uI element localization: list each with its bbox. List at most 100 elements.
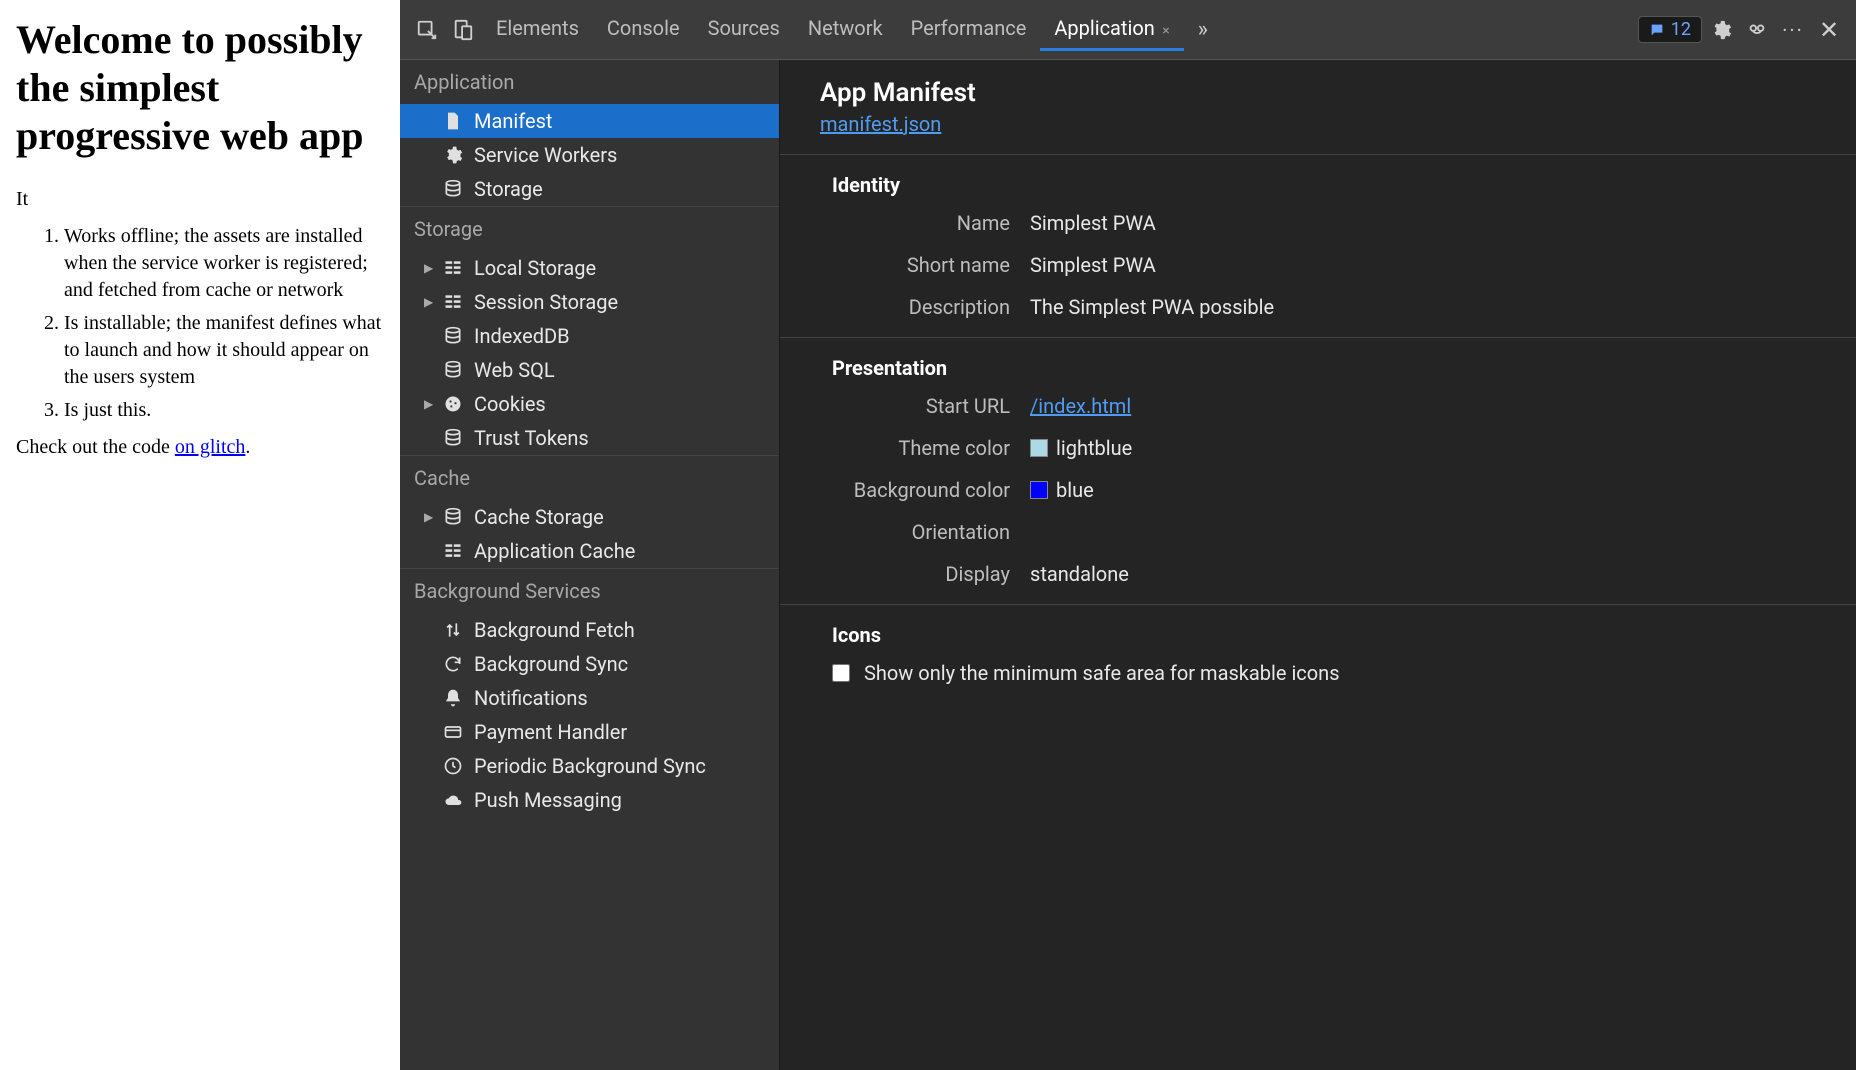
db-icon — [442, 506, 464, 528]
sidebar-item-label: Payment Handler — [474, 720, 627, 744]
gear-icon — [442, 144, 464, 166]
cookie-icon — [442, 393, 464, 415]
kebab-icon[interactable]: ··· — [1776, 18, 1810, 42]
bell-icon — [442, 687, 464, 709]
sidebar-item-periodic-background-sync[interactable]: ▶Periodic Background Sync — [400, 749, 779, 783]
identity-row: DescriptionThe Simplest PWA possible — [820, 295, 1816, 319]
sidebar-item-storage[interactable]: ▶Storage — [400, 172, 779, 206]
identity-value: Simplest PWA — [1030, 211, 1156, 235]
sidebar-item-label: Service Workers — [474, 143, 617, 167]
grid-icon — [442, 257, 464, 279]
sidebar-item-push-messaging[interactable]: ▶Push Messaging — [400, 783, 779, 817]
sidebar-item-label: Web SQL — [474, 358, 555, 382]
card-icon — [442, 721, 464, 743]
db-icon — [442, 427, 464, 449]
sidebar-item-label: Trust Tokens — [474, 426, 589, 450]
sidebar-item-trust-tokens[interactable]: ▶Trust Tokens — [400, 421, 779, 455]
sidebar-item-local-storage[interactable]: ▶ Local Storage — [400, 251, 779, 285]
application-sidebar: Application▶Manifest▶Service Workers▶Sto… — [400, 60, 780, 1070]
presentation-key: Theme color — [820, 436, 1030, 460]
tab-application[interactable]: Application × — [1040, 8, 1183, 51]
grid-icon — [442, 291, 464, 313]
close-tab-icon[interactable]: × — [1159, 23, 1170, 39]
page-intro: It — [16, 188, 384, 211]
sidebar-item-manifest[interactable]: ▶Manifest — [400, 104, 779, 138]
sidebar-item-web-sql[interactable]: ▶Web SQL — [400, 353, 779, 387]
overflow-tabs-icon[interactable]: » — [1186, 17, 1220, 42]
settings-icon[interactable] — [1704, 19, 1738, 41]
expand-icon[interactable]: ▶ — [424, 261, 434, 275]
sidebar-item-label: Background Sync — [474, 652, 628, 676]
sidebar-item-session-storage[interactable]: ▶ Session Storage — [400, 285, 779, 319]
presentation-row: Displaystandalone — [820, 562, 1816, 586]
sidebar-item-background-fetch[interactable]: ▶Background Fetch — [400, 613, 779, 647]
db-icon — [442, 178, 464, 200]
presentation-row: Start URL/index.html — [820, 394, 1816, 418]
presentation-value: lightblue — [1030, 436, 1132, 460]
glitch-link[interactable]: on glitch — [175, 436, 246, 458]
page-list: Works offline; the assets are installed … — [64, 223, 384, 424]
sidebar-item-label: Local Storage — [474, 256, 596, 280]
manifest-pane: App Manifest manifest.json Identity Name… — [780, 60, 1856, 1070]
presentation-section-title: Presentation — [832, 356, 1816, 380]
db-icon — [442, 359, 464, 381]
identity-row: NameSimplest PWA — [820, 211, 1816, 235]
experiments-icon[interactable] — [1740, 19, 1774, 41]
clock-icon — [442, 755, 464, 777]
presentation-row: Theme colorlightblue — [820, 436, 1816, 460]
expand-icon[interactable]: ▶ — [424, 397, 434, 411]
identity-value: The Simplest PWA possible — [1030, 295, 1274, 319]
sidebar-section-cache: Cache — [400, 455, 779, 500]
tab-elements[interactable]: Elements — [482, 8, 593, 51]
identity-section-title: Identity — [832, 173, 1816, 197]
identity-key: Description — [820, 295, 1030, 319]
presentation-value: standalone — [1030, 562, 1129, 586]
tab-sources[interactable]: Sources — [694, 8, 794, 51]
sidebar-item-label: Periodic Background Sync — [474, 754, 706, 778]
sidebar-item-label: Background Fetch — [474, 618, 635, 642]
sidebar-item-label: Cookies — [474, 392, 546, 416]
sidebar-section-application: Application — [400, 60, 779, 104]
devtools-tabbar: ElementsConsoleSourcesNetworkPerformance… — [400, 0, 1856, 60]
maskable-label: Show only the minimum safe area for mask… — [864, 661, 1340, 685]
issues-badge[interactable]: 12 — [1638, 16, 1702, 43]
expand-icon[interactable]: ▶ — [424, 295, 434, 309]
sidebar-item-label: Session Storage — [474, 290, 618, 314]
identity-key: Name — [820, 211, 1030, 235]
sync-icon — [442, 653, 464, 675]
presentation-key: Background color — [820, 478, 1030, 502]
sidebar-item-indexeddb[interactable]: ▶IndexedDB — [400, 319, 779, 353]
sidebar-item-payment-handler[interactable]: ▶Payment Handler — [400, 715, 779, 749]
sidebar-item-label: IndexedDB — [474, 324, 570, 348]
page-list-item: Works offline; the assets are installed … — [64, 223, 384, 304]
manifest-file-link[interactable]: manifest.json — [820, 112, 941, 136]
close-devtools-icon[interactable]: ✕ — [1812, 16, 1846, 44]
cloud-icon — [442, 789, 464, 811]
sidebar-item-background-sync[interactable]: ▶Background Sync — [400, 647, 779, 681]
updown-icon — [442, 619, 464, 641]
tab-network[interactable]: Network — [794, 8, 897, 51]
presentation-row: Orientation — [820, 520, 1816, 544]
sidebar-item-application-cache[interactable]: ▶Application Cache — [400, 534, 779, 568]
page-list-item: Is just this. — [64, 397, 384, 424]
sidebar-item-label: Cache Storage — [474, 505, 604, 529]
file-icon — [442, 110, 464, 132]
sidebar-item-label: Application Cache — [474, 539, 635, 563]
presentation-value: /index.html — [1030, 394, 1131, 418]
presentation-key: Display — [820, 562, 1030, 586]
tab-console[interactable]: Console — [593, 8, 694, 51]
sidebar-item-label: Push Messaging — [474, 788, 622, 812]
sidebar-item-service-workers[interactable]: ▶Service Workers — [400, 138, 779, 172]
sidebar-item-notifications[interactable]: ▶Notifications — [400, 681, 779, 715]
sidebar-item-cache-storage[interactable]: ▶ Cache Storage — [400, 500, 779, 534]
tab-performance[interactable]: Performance — [897, 8, 1041, 51]
inspect-icon[interactable] — [410, 19, 444, 41]
sidebar-item-label: Manifest — [474, 109, 552, 133]
device-icon[interactable] — [446, 19, 480, 41]
sidebar-item-cookies[interactable]: ▶ Cookies — [400, 387, 779, 421]
start-url-link[interactable]: /index.html — [1030, 394, 1131, 418]
page-list-item: Is installable; the manifest defines wha… — [64, 310, 384, 391]
maskable-checkbox[interactable] — [832, 664, 850, 682]
expand-icon[interactable]: ▶ — [424, 510, 434, 524]
identity-key: Short name — [820, 253, 1030, 277]
